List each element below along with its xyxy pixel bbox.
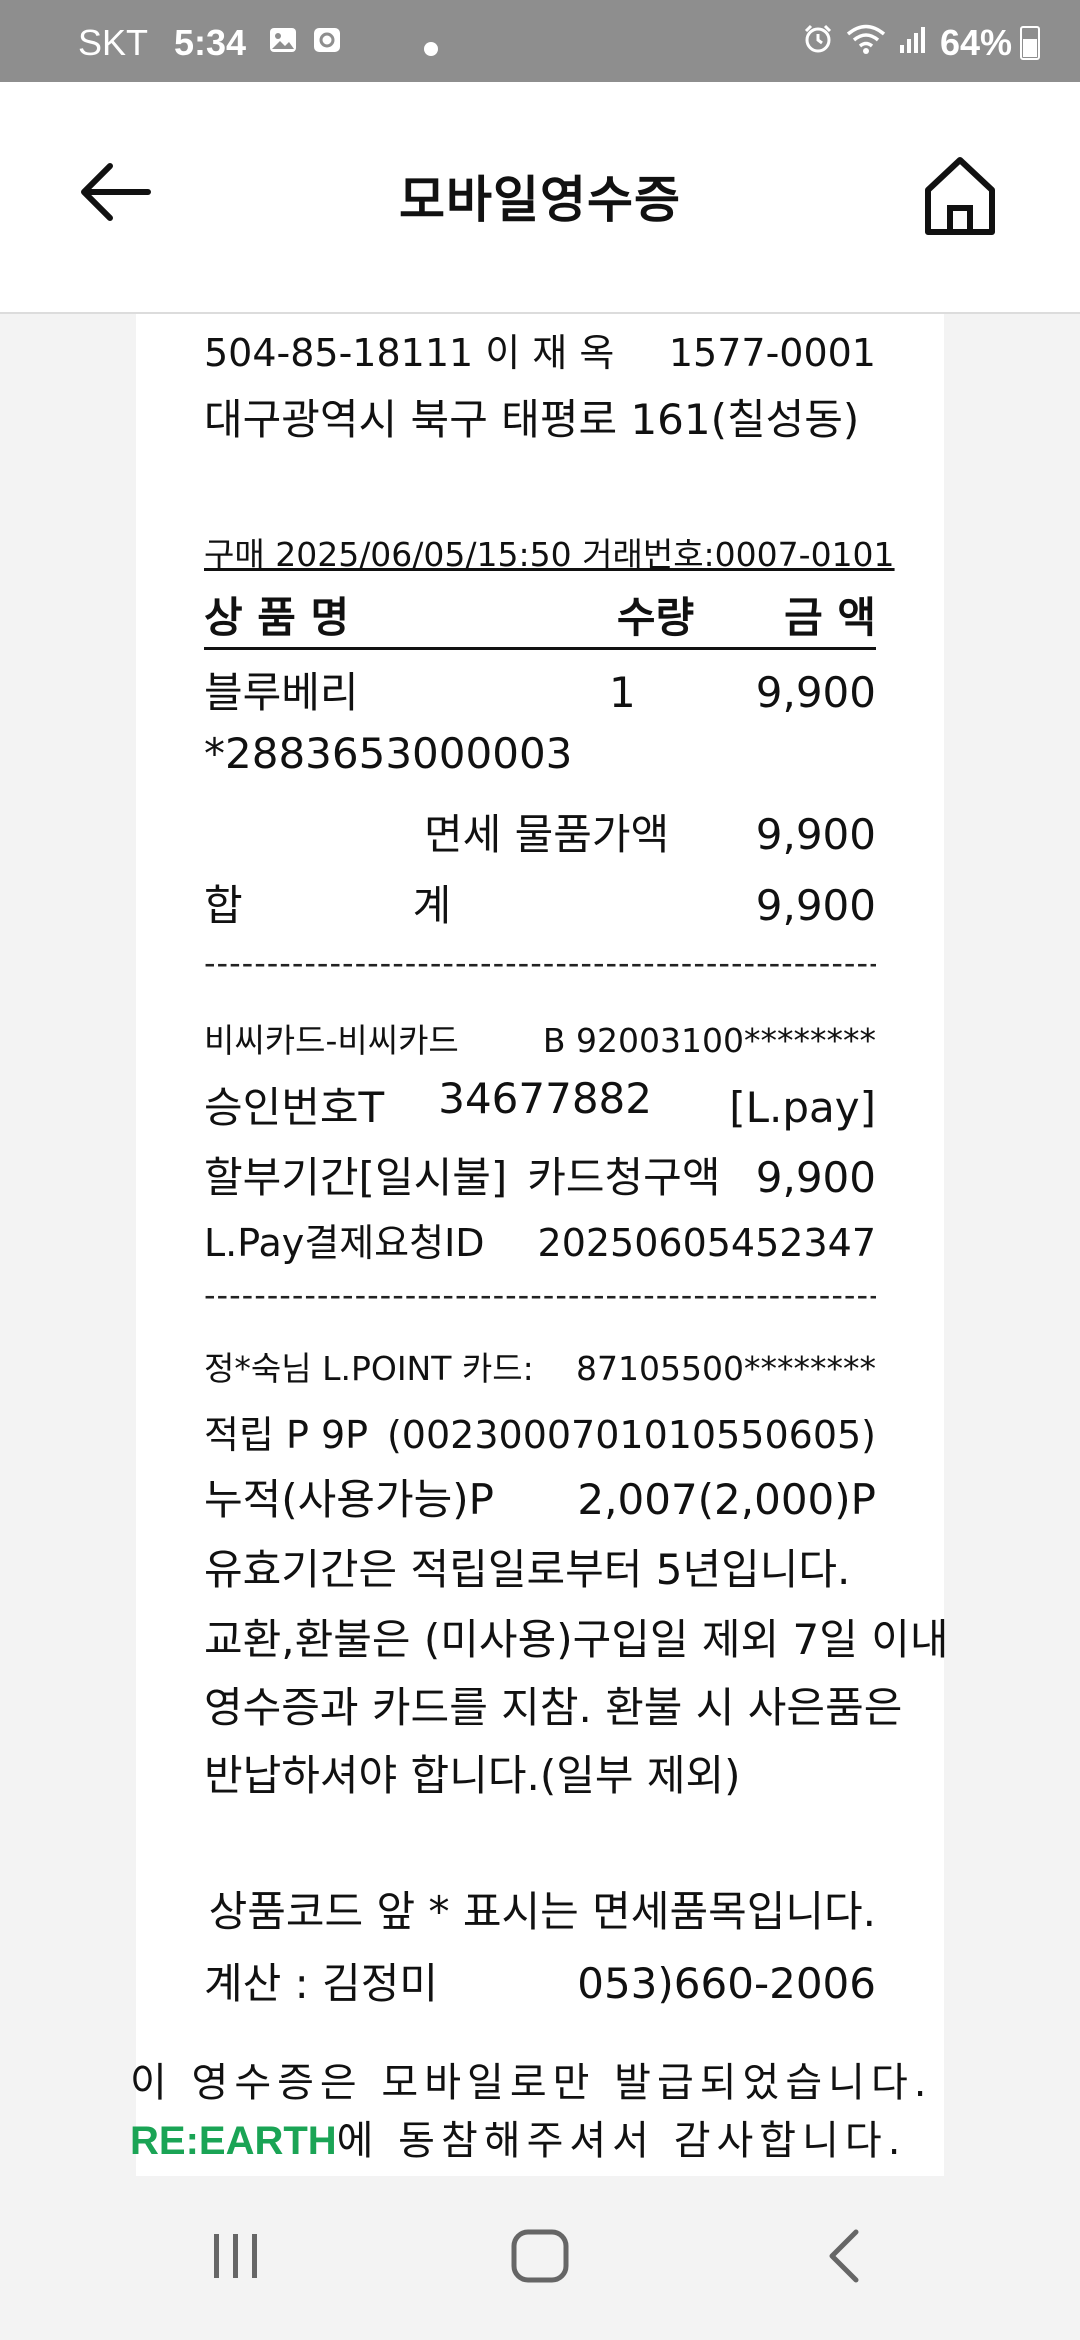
cashier-phone: 053)660-2006 (577, 1959, 876, 2008)
refund-notice-1: 교환,환불은 (미사용)구입일 제외 7일 이내 (204, 1615, 949, 1664)
recent-apps-icon (214, 2234, 257, 2278)
alarm-icon (802, 22, 834, 64)
card-charge-value: 9,900 (755, 1153, 876, 1202)
column-headers: 상 품 명 수량 금 액 (204, 584, 876, 650)
divider-dashes-2: ----------------------------------------… (204, 1276, 876, 1314)
gallery-notification-icon (268, 22, 298, 64)
lpay-request-label: L.Pay결제요청ID (204, 1221, 485, 1265)
approval-label: 승인번호T (204, 1083, 385, 1132)
total-label-first: 합 (204, 881, 243, 930)
column-product-name: 상 품 명 (204, 593, 350, 642)
member-row: 정*숙님 L.POINT 카드: 87105500******** (204, 1342, 876, 1390)
system-navigation-bar (0, 2176, 1080, 2340)
accumulated-row: 누적(사용가능)P 2,007(2,000)P (204, 1466, 876, 1527)
refund-notice-3: 반납하셔야 합니다.(일부 제외) (204, 1751, 741, 1800)
back-nav-button[interactable] (820, 2226, 870, 2290)
purchase-info: 구매 2025/06/05/15:50 거래번호:0007-0101 (204, 535, 895, 574)
lpay-request-row: L.Pay결제요청ID 20250605452347 (204, 1212, 876, 1267)
cashier-row: 계산 : 김정미 053)660-2006 (204, 1950, 876, 2011)
reearth-notice: RE:EARTH에 동참해주셔서 감사합니다. (130, 2108, 950, 2166)
taxfree-notice: 상품코드 앞 * 표시는 면세품목입니다. (208, 1887, 876, 1936)
battery-level: 64% (939, 22, 1012, 63)
taxfree-row: 면세 물품가액 9,900 (204, 801, 876, 862)
accumulated-value: 2,007(2,000)P (577, 1475, 876, 1524)
member-card-number: 87105500******** (576, 1349, 876, 1388)
home-nav-icon (511, 2229, 569, 2283)
cashier-label: 계산 : 김정미 (204, 1959, 439, 2008)
chevron-left-icon (829, 2229, 859, 2283)
signal-icon (898, 22, 928, 64)
carrier-label: SKT (78, 22, 149, 63)
home-nav-button[interactable] (508, 2226, 572, 2290)
installment-label: 할부기간[일시불] (204, 1153, 508, 1202)
accumulated-label: 누적(사용가능)P (204, 1475, 494, 1524)
recent-apps-button[interactable] (206, 2226, 266, 2290)
battery-icon (1020, 26, 1040, 60)
home-icon (925, 157, 995, 235)
item-code: *2883653000003 (204, 729, 573, 778)
lpay-request-id: 20250605452347 (537, 1221, 876, 1265)
payment-method: [L.pay] (729, 1083, 876, 1132)
taxfree-label: 면세 물품가액 (424, 810, 670, 859)
earn-reference: (00230007010105506​05) (386, 1413, 876, 1457)
refund-notice-2: 영수증과 카드를 지참. 환불 시 사은품은 (204, 1683, 903, 1732)
item-amount: 9,900 (755, 668, 876, 717)
app-notification-icon (312, 22, 342, 64)
card-charge-label: 카드청구액 (527, 1153, 721, 1202)
item-row: 블루베리 1 9,900 (204, 659, 876, 720)
app-header: 모바일영수증 (0, 82, 1080, 314)
business-registration: 504-85-18111 이 재 옥 (204, 331, 615, 375)
page-title: 모바일영수증 (399, 171, 681, 229)
validity-notice: 유효기간은 적립일로부터 5년입니다. (204, 1545, 851, 1594)
mobile-only-notice: 이 영수증은 모바일로만 발급되었습니다. (130, 2060, 933, 2106)
approval-row: 승인번호T 34677882 [L.pay] (204, 1074, 876, 1135)
column-amount: 금 액 (784, 593, 876, 642)
member-label: 정*숙님 L.POINT 카드: (204, 1349, 534, 1388)
notification-dot-icon (424, 42, 438, 56)
business-line: 504-85-18111 이 재 옥 1577-0001 (204, 322, 876, 377)
divider-dashes: ----------------------------------------… (204, 944, 876, 982)
clock: 5:34 (174, 22, 247, 63)
receipt-paper: 504-85-18111 이 재 옥 1577-0001 대구광역시 북구 태평… (136, 314, 949, 2176)
item-name: 블루베리 (204, 668, 359, 717)
store-phone: 1577-0001 (668, 331, 876, 375)
store-address: 대구광역시 북구 태평로 161(칠성동) (204, 395, 860, 444)
total-value: 9,900 (755, 881, 876, 930)
approval-number: 34677882 (438, 1074, 652, 1123)
wifi-icon (846, 22, 886, 64)
installment-row: 할부기간[일시불] 카드청구액 9,900 (204, 1144, 876, 1205)
reearth-thanks: 에 동참해주셔서 감사합니다. (336, 2118, 907, 2164)
total-label-second: 계 (412, 881, 452, 930)
card-issuer: 비씨카드-비씨카드 (204, 1021, 459, 1060)
status-bar: SKT 5:34 64% (0, 0, 1080, 82)
card-number: B 92003100******** (542, 1021, 876, 1060)
item-quantity: 1 (609, 668, 636, 717)
column-quantity: 수량 (616, 593, 695, 642)
total-row: 합 계 9,900 (204, 872, 876, 933)
earned-points: 적립 P 9P (204, 1413, 369, 1457)
taxfree-value: 9,900 (755, 810, 876, 859)
home-button[interactable] (920, 154, 1000, 238)
earn-row: 적립 P 9P (00230007010105506​05) (204, 1404, 876, 1459)
reearth-logo: RE:EARTH (130, 2119, 337, 2163)
card-row: 비씨카드-비씨카드 B 92003100******** (204, 1014, 876, 1062)
